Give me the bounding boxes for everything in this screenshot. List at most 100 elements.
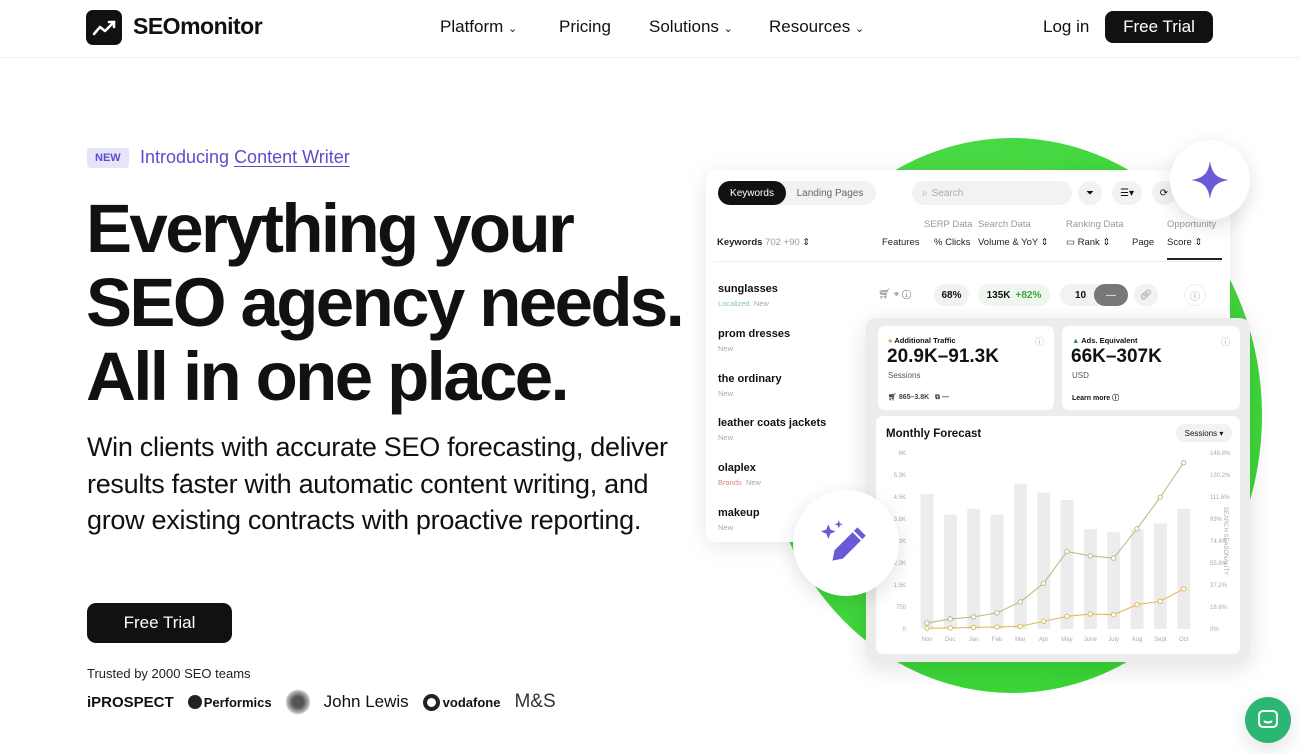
x-tick-label: Apr <box>1039 637 1048 643</box>
series-line <box>926 462 1185 624</box>
data-point <box>1087 611 1093 617</box>
group-search: Search Data <box>978 219 1031 230</box>
bar <box>1037 492 1051 629</box>
x-tick-label: Jan <box>969 637 979 643</box>
magic-pencil-icon <box>821 520 866 561</box>
data-point <box>1157 598 1163 604</box>
filter-icon[interactable]: ⏷ <box>1078 181 1102 205</box>
keyword-name[interactable]: prom dresses <box>718 328 790 340</box>
brand-name[interactable]: SEOmonitor <box>133 13 263 40</box>
keyword-tags: New <box>718 433 734 443</box>
monthly-forecast-card: Monthly Forecast Sessions ▾ 0 750 1.5K 2.3K… <box>876 416 1240 654</box>
x-tick-label: Sept <box>1154 637 1167 643</box>
data-point <box>1157 494 1163 500</box>
headline: Everything your SEO agency needs. All in o… <box>86 190 685 415</box>
crest-logo-icon <box>285 688 310 716</box>
free-trial-cta-button[interactable]: Free Trial <box>87 603 232 643</box>
x-tick-label: May <box>1061 637 1072 643</box>
nav-resources[interactable]: Resources ⌄ <box>769 17 864 37</box>
data-point <box>947 625 953 631</box>
intro-link[interactable]: Introducing Content Writer <box>140 147 350 168</box>
chevron-down-icon: ⌄ <box>508 23 518 35</box>
bar <box>967 508 981 629</box>
info-icon[interactable]: ⓘ <box>1035 335 1044 348</box>
data-point <box>970 624 977 630</box>
columns-icon[interactable]: ☰▾ <box>1112 181 1142 205</box>
ads-value: 66K–307K <box>1071 346 1162 367</box>
top-nav: SEOmonitor Platform ⌄ Pricing Solutions … <box>0 0 1300 58</box>
page-value[interactable]: — <box>1094 284 1128 306</box>
sparkle-icon <box>1191 161 1229 199</box>
logo-icon[interactable] <box>86 10 122 45</box>
link-icon[interactable]: 🔗︎ <box>1134 284 1158 306</box>
info-icon[interactable]: ⓘ <box>1221 335 1230 348</box>
keyword-name[interactable]: the ordinary <box>718 373 782 385</box>
login-link[interactable]: Log in <box>1043 17 1089 37</box>
x-tick-label: Feb <box>992 637 1003 643</box>
group-serp: SERP Data <box>924 219 973 230</box>
nav-pricing[interactable]: Pricing <box>559 17 611 37</box>
y-tick-label: 750 <box>896 605 907 611</box>
info-icon[interactable]: ⓘ <box>1184 284 1206 306</box>
col-features[interactable]: Features <box>882 237 920 248</box>
y2-axis-label: SEARCH SEASONALITY <box>1222 507 1228 575</box>
keyword-name[interactable]: sunglasses <box>718 283 778 295</box>
col-score[interactable]: Score ⇕ <box>1167 237 1222 260</box>
x-tick-label: Nov <box>922 637 933 643</box>
y2-tick-label: 18.6% <box>1210 605 1228 611</box>
vodafone-logo: vodafone <box>422 693 500 711</box>
y2-tick-label: 93% <box>1210 517 1223 523</box>
nav-solutions[interactable]: Solutions ⌄ <box>649 17 733 37</box>
performics-logo: Performics <box>187 695 272 710</box>
y2-tick-label: 111.6% <box>1210 495 1230 501</box>
y2-tick-label: 37.2% <box>1210 583 1228 589</box>
data-point <box>924 620 930 626</box>
forecast-chart: 07501.5K2.3K3K3.8K4.5K5.3K6K0%18.6%37.2%… <box>886 451 1231 643</box>
data-point <box>1110 555 1117 561</box>
keyword-tags: New <box>718 344 734 353</box>
bar <box>1154 523 1167 629</box>
data-point <box>994 610 1000 616</box>
bar <box>944 514 957 629</box>
forecast-panel: ● Additional Traffic ⓘ 20.9K–91.3K Sessi… <box>866 318 1250 662</box>
new-badge: NEW <box>87 148 129 168</box>
y-tick-label: 3K <box>899 539 906 545</box>
data-point <box>924 625 930 631</box>
ms-logo: M&S <box>514 691 556 712</box>
free-trial-nav-button[interactable]: Free Trial <box>1105 11 1213 43</box>
y-tick-label: 1.5K <box>894 583 906 589</box>
col-rank[interactable]: ▭ Rank ⇕ <box>1066 237 1110 248</box>
serp-features-icons: 🛒︎ ⌖ ⓘ <box>878 289 912 300</box>
keyword-name[interactable]: olaplex <box>718 462 756 474</box>
search-input[interactable]: ⌕ Search <box>912 181 1072 205</box>
john-lewis-logo: John Lewis <box>323 692 409 711</box>
col-keywords[interactable]: Keywords 702 +90 ⇕ <box>717 237 810 248</box>
y2-tick-label: 130.2% <box>1210 473 1231 479</box>
group-ranking: Ranking Data <box>1066 219 1124 230</box>
y-tick-label: 3.8K <box>894 517 906 523</box>
learn-more-link[interactable]: Learn more ⓘ <box>1072 393 1119 403</box>
chat-button[interactable] <box>1245 697 1291 743</box>
data-point <box>1180 460 1187 466</box>
chat-icon <box>1258 710 1278 728</box>
col-volume[interactable]: Volume & YoY ⇕ <box>978 237 1049 248</box>
bar <box>1130 529 1144 629</box>
bar <box>1177 508 1191 629</box>
keyword-name[interactable]: leather coats jackets <box>718 417 826 429</box>
data-point <box>994 624 1000 630</box>
sparkle-button[interactable] <box>1170 140 1250 220</box>
col-clicks[interactable]: % Clicks <box>934 237 970 248</box>
clicks-value: 68% <box>934 284 969 306</box>
nav-platform[interactable]: Platform ⌄ <box>440 17 517 37</box>
series-line <box>926 588 1184 629</box>
y-tick-label: 6K <box>899 451 906 457</box>
content-writer-button[interactable] <box>793 490 899 596</box>
col-page[interactable]: Page <box>1132 237 1154 248</box>
y-tick-label: 4.5K <box>894 495 906 501</box>
keyword-name[interactable]: makeup <box>718 507 760 519</box>
search-icon: ⌕ <box>922 187 928 199</box>
data-point <box>1040 618 1047 624</box>
tab-landing-pages[interactable]: Landing Pages <box>790 181 870 205</box>
tab-keywords[interactable]: Keywords <box>718 181 786 205</box>
data-point <box>947 616 953 622</box>
